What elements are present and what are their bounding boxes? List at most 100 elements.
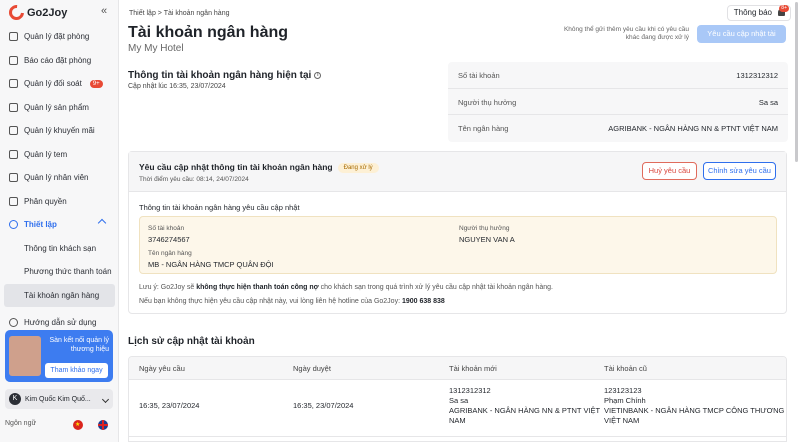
update-request-title-text: Yêu cầu cập nhật thông tin tài khoản ngâ… bbox=[139, 162, 333, 172]
requested-date: 16:35, 23/07/2024 bbox=[139, 401, 200, 410]
notification-button[interactable]: Thông báo 8+ bbox=[726, 5, 791, 21]
sidebar-nav: Quản lý đặt phòng Báo cáo đặt phòng Quản… bbox=[0, 25, 119, 335]
column-header-approved: Ngày duyệt bbox=[293, 364, 331, 373]
sidebar-item-label: Quản lý khuyến mãi bbox=[24, 126, 95, 136]
main-content: Thiết lập > Tài khoản ngân hàng Thông bá… bbox=[119, 0, 800, 442]
old-account-name: Phạm Chính bbox=[604, 396, 646, 405]
sidebar-item-staff[interactable]: Quản lý nhân viên bbox=[0, 166, 119, 190]
edit-request-button[interactable]: Chỉnh sửa yêu cầu bbox=[703, 162, 776, 180]
wallet-icon bbox=[9, 79, 18, 89]
promo-text: Sàn kết nối quản lý thương hiệu bbox=[49, 337, 109, 353]
current-account-title: Thông tin tài khoản ngân hàng hiện tại i bbox=[128, 70, 322, 81]
row-label: Số tài khoản bbox=[458, 71, 500, 80]
sidebar-subitem-hotel-info[interactable]: Thông tin khách sạn bbox=[0, 237, 119, 261]
page-title: Tài khoản ngân hàng bbox=[128, 24, 289, 41]
update-request-title: Yêu cầu cập nhật thông tin tài khoản ngâ… bbox=[139, 162, 379, 173]
sidebar-group-settings[interactable]: Thiết lập bbox=[0, 213, 119, 237]
sidebar-subitem-bank-account[interactable]: Tài khoản ngân hàng bbox=[4, 283, 115, 307]
chevron-up-icon bbox=[97, 218, 107, 228]
sidebar: Go2Joy « Quản lý đặt phòng Báo cáo đặt p… bbox=[0, 0, 119, 442]
reconciliation-badge: 9+ bbox=[89, 79, 103, 88]
scrollbar[interactable] bbox=[795, 2, 798, 162]
new-account-number: 1312312312 bbox=[449, 386, 491, 395]
chevron-down-icon bbox=[101, 395, 110, 403]
promo-banner[interactable]: Sàn kết nối quản lý thương hiệu Tham khả… bbox=[5, 330, 113, 382]
beneficiary-label: Người thụ hưởng bbox=[459, 225, 510, 232]
new-account-bank: AGRIBANK - NGÂN HÀNG NN & PTNT VIỆT bbox=[449, 406, 601, 415]
avatar: K bbox=[9, 393, 21, 405]
new-account-name: Sa sa bbox=[449, 396, 469, 405]
old-account-cell: 123123123 Phạm Chính VIETINBANK - NGÂN H… bbox=[604, 386, 784, 426]
gear-icon bbox=[9, 220, 18, 230]
calendar-icon bbox=[9, 32, 18, 42]
history-table: Ngày yêu cầu Ngày duyệt Tài khoản mới Tà… bbox=[128, 356, 787, 442]
hotline-number[interactable]: 1900 638 838 bbox=[402, 298, 445, 305]
row-value: AGRIBANK - NGÂN HÀNG NN & PTNT VIỆT NAM bbox=[608, 124, 778, 134]
sidebar-item-label: Phân quyền bbox=[24, 196, 67, 206]
promo-button[interactable]: Tham khảo ngay bbox=[45, 363, 108, 378]
sidebar-item-permissions[interactable]: Phân quyền bbox=[0, 190, 119, 214]
sidebar-item-label: Báo cáo đặt phòng bbox=[24, 55, 92, 65]
note-prefix: Lưu ý: Go2Joy sẽ bbox=[139, 284, 197, 291]
row-label: Tên ngân hàng bbox=[458, 124, 509, 134]
note-suffix: cho khách sạn trong quá trình xử lý yêu … bbox=[318, 284, 553, 291]
bank-name-label: Tên ngân hàng bbox=[148, 250, 192, 257]
sidebar-item-booking[interactable]: Quản lý đặt phòng bbox=[0, 25, 119, 49]
status-badge: Đang xử lý bbox=[337, 162, 379, 173]
sidebar-item-booking-report[interactable]: Báo cáo đặt phòng bbox=[0, 49, 119, 73]
bell-icon: 8+ bbox=[778, 5, 789, 16]
old-account-bank: VIETINBANK - NGÂN HÀNG TMCP CÔNG THƯƠNG bbox=[604, 406, 785, 415]
hotline-note: Nếu bạn không thực hiện yêu cầu cập nhật… bbox=[139, 298, 445, 305]
old-account-bank-cont: VIỆT NAM bbox=[604, 416, 640, 425]
column-header-requested: Ngày yêu cầu bbox=[139, 364, 185, 373]
column-header-old-account: Tài khoản cũ bbox=[604, 364, 647, 373]
sidebar-item-label: Quản lý nhân viên bbox=[24, 173, 89, 183]
current-account-updated: Cập nhật lúc 16:35, 23/07/2024 bbox=[128, 83, 226, 90]
help-circle-icon bbox=[9, 318, 18, 328]
uk-flag-icon[interactable] bbox=[98, 420, 108, 430]
account-number-value: 3746274567 bbox=[148, 235, 190, 244]
requested-info-box: Số tài khoản 3746274567 Người thụ hưởng … bbox=[139, 216, 777, 274]
request-update-button[interactable]: Yêu cầu cập nhật tài khoản bbox=[697, 25, 786, 56]
sidebar-item-reconciliation[interactable]: Quản lý đối soát 9+ bbox=[0, 72, 119, 96]
collapse-sidebar-icon[interactable]: « bbox=[101, 5, 107, 17]
vietnam-flag-icon[interactable] bbox=[73, 420, 83, 430]
row-label: Người thụ hưởng bbox=[458, 97, 517, 107]
notification-count: 8+ bbox=[779, 5, 789, 12]
sidebar-item-stamps[interactable]: Quản lý tem bbox=[0, 143, 119, 167]
current-account-title-text: Thông tin tài khoản ngân hàng hiện tại bbox=[128, 70, 312, 81]
language-label: Ngôn ngữ bbox=[5, 420, 37, 427]
sidebar-item-label: Quản lý đối soát bbox=[24, 79, 82, 89]
hotel-name: My My Hotel bbox=[128, 43, 184, 54]
sidebar-subitem-payment-method[interactable]: Phương thức thanh toán bbox=[0, 260, 119, 284]
row-value: Sa sa bbox=[758, 97, 778, 107]
brand-logo[interactable]: Go2Joy bbox=[5, 1, 68, 24]
column-header-new-account: Tài khoản mới bbox=[449, 364, 497, 373]
beneficiary-row: Người thụ hưởng Sa sa bbox=[448, 89, 788, 116]
account-number-row: Số tài khoản 1312312312 bbox=[448, 62, 788, 89]
promo-illustration bbox=[9, 336, 41, 376]
note-bold: không thực hiện thanh toán công nợ bbox=[196, 284, 319, 291]
note2-prefix: Nếu bạn không thực hiện yêu cầu cập nhật… bbox=[139, 298, 402, 305]
beneficiary-value: NGUYEN VAN A bbox=[459, 235, 515, 244]
new-account-bank-cont: NAM bbox=[449, 416, 466, 425]
request-time: Thời điểm yêu cầu: 08:14, 24/07/2024 bbox=[139, 176, 249, 183]
sidebar-item-label: Quản lý đặt phòng bbox=[24, 32, 90, 42]
update-request-card: Yêu cầu cập nhật thông tin tài khoản ngâ… bbox=[128, 151, 787, 314]
current-account-card: Số tài khoản 1312312312 Người thụ hưởng Sa… bbox=[448, 62, 788, 142]
sidebar-subitem-label: Thông tin khách sạn bbox=[24, 243, 97, 253]
new-account-cell: 1312312312 Sa sa AGRIBANK - NGÂN HÀNG NN… bbox=[449, 386, 600, 426]
brand-name: Go2Joy bbox=[27, 6, 68, 19]
user-menu[interactable]: K Kim Quốc Kim Quố... bbox=[5, 389, 113, 409]
cancel-request-button[interactable]: Huỷ yêu cầu bbox=[642, 162, 697, 180]
ticket-icon bbox=[9, 149, 18, 159]
user-name: Kim Quốc Kim Quố... bbox=[25, 395, 91, 403]
breadcrumb[interactable]: Thiết lập > Tài khoản ngân hàng bbox=[129, 10, 229, 17]
update-request-header: Yêu cầu cập nhật thông tin tài khoản ngâ… bbox=[129, 152, 786, 192]
info-icon[interactable]: i bbox=[314, 71, 322, 79]
list-icon bbox=[9, 102, 18, 112]
sidebar-item-promotions[interactable]: Quản lý khuyến mãi bbox=[0, 119, 119, 143]
requested-info-label: Thông tin tài khoản ngân hàng yêu cầu cậ… bbox=[139, 203, 300, 212]
notification-label: Thông báo bbox=[733, 8, 772, 17]
sidebar-item-products[interactable]: Quản lý sản phẩm bbox=[0, 96, 119, 120]
